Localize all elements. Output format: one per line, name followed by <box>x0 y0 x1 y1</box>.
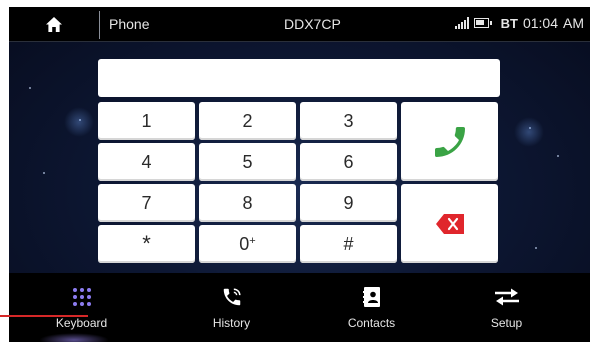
background-star <box>557 155 559 157</box>
nav-contacts-label: Contacts <box>347 316 396 330</box>
call-button[interactable] <box>401 102 498 181</box>
keypad-key-0-plus: + <box>249 235 256 247</box>
status-bar: Phone DDX7CP BT 01:04 AM <box>9 7 590 42</box>
contacts-book-icon <box>362 278 381 316</box>
keypad-key-1[interactable]: 1 <box>98 102 195 140</box>
app-title: Phone <box>109 16 150 32</box>
bluetooth-label: BT <box>500 15 518 31</box>
phone-screen: Phone DDX7CP BT 01:04 AM 1 2 3 4 5 6 7 8… <box>9 7 590 342</box>
nav-setup[interactable]: Setup <box>434 273 579 342</box>
swap-arrows-icon <box>494 278 520 316</box>
background-star <box>535 247 537 249</box>
callout-pointer-line <box>0 315 88 317</box>
background-star <box>29 87 31 89</box>
keypad-key-0[interactable]: 0 + <box>199 225 296 263</box>
background-star <box>43 172 45 174</box>
call-history-icon <box>221 278 243 316</box>
nav-setup-label: Setup <box>490 316 523 330</box>
keypad-key-9[interactable]: 9 <box>300 184 397 222</box>
clock-time: 01:04 <box>522 15 558 31</box>
phone-call-icon <box>434 126 465 157</box>
bottom-nav: Keyboard History Contacts Setup <box>9 273 590 342</box>
device-name: DDX7CP <box>284 16 341 32</box>
nav-keyboard-label: Keyboard <box>55 316 108 330</box>
keypad-key-3[interactable]: 3 <box>300 102 397 140</box>
background-glow <box>514 117 544 147</box>
keypad-key-0-digit: 0 <box>239 233 250 254</box>
nav-contacts[interactable]: Contacts <box>299 273 444 342</box>
keypad-key-2[interactable]: 2 <box>199 102 296 140</box>
keypad-key-8[interactable]: 8 <box>199 184 296 222</box>
keypad-key-7[interactable]: 7 <box>98 184 195 222</box>
home-icon <box>46 17 62 32</box>
delete-button[interactable] <box>401 184 498 263</box>
nav-keyboard[interactable]: Keyboard <box>9 273 154 342</box>
keypad-key-4[interactable]: 4 <box>98 143 195 181</box>
status-indicators: BT 01:04 AM <box>454 15 584 31</box>
keypad-key-star[interactable]: * <box>98 225 195 263</box>
nav-history-label: History <box>212 316 251 330</box>
backspace-icon <box>435 213 464 234</box>
signal-strength-icon <box>454 17 469 29</box>
keypad-key-hash[interactable]: # <box>300 225 397 263</box>
battery-icon <box>473 18 492 28</box>
keypad-key-6[interactable]: 6 <box>300 143 397 181</box>
keypad-dots-icon <box>72 278 91 316</box>
status-bar-divider <box>99 11 100 39</box>
keypad-key-5[interactable]: 5 <box>199 143 296 181</box>
number-input-display[interactable] <box>98 59 500 97</box>
clock-ampm: AM <box>563 15 584 31</box>
nav-history[interactable]: History <box>159 273 304 342</box>
home-button[interactable] <box>9 7 99 42</box>
background-glow <box>64 107 94 137</box>
